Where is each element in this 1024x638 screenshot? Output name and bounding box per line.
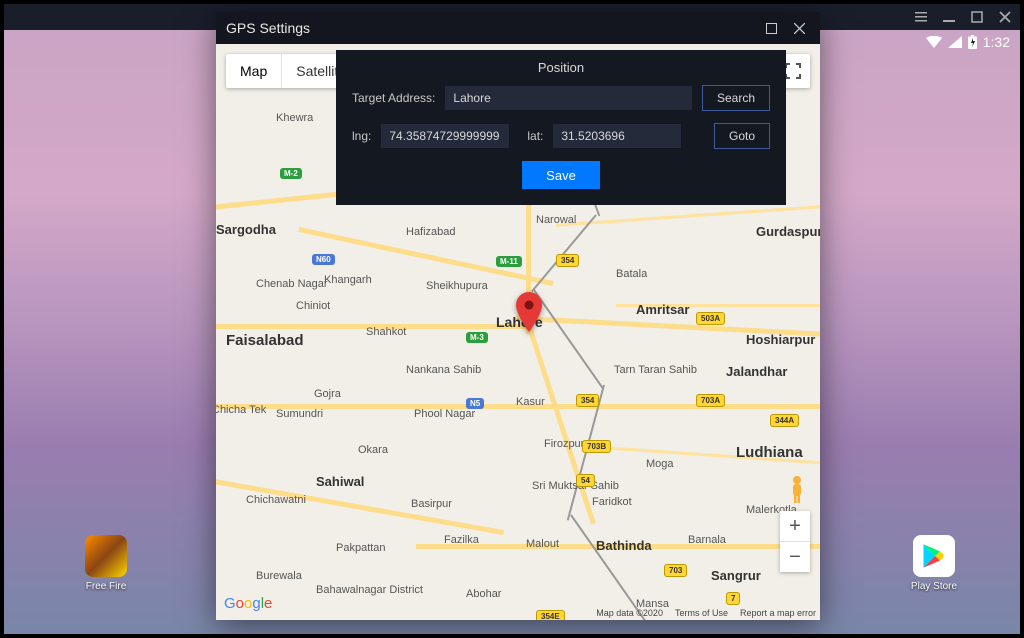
city-label: Firozpur xyxy=(544,438,584,450)
map-footer: Map data ©2020 Terms of Use Report a map… xyxy=(596,608,816,618)
road-shield: 354E xyxy=(536,610,565,620)
menu-icon[interactable] xyxy=(914,10,928,24)
desktop-icon-freefire[interactable]: Free Fire xyxy=(76,535,136,592)
maximize-icon[interactable] xyxy=(970,10,984,24)
road-shield: M-3 xyxy=(466,332,488,343)
position-title: Position xyxy=(352,60,770,75)
city-label: Sargodha xyxy=(216,222,276,237)
zoom-in-button[interactable]: + xyxy=(780,511,810,541)
lat-label: lat: xyxy=(527,129,543,143)
city-label: Sumundri xyxy=(276,408,323,420)
city-label: Phool Nagar xyxy=(414,408,475,420)
desktop-icon-label: Play Store xyxy=(904,581,964,592)
report-error-link[interactable]: Report a map error xyxy=(740,608,816,618)
city-label: Tarn Taran Sahib xyxy=(614,364,697,376)
dialog-maximize-icon[interactable] xyxy=(760,17,782,39)
city-label: Sheikhupura xyxy=(426,280,488,292)
city-label: Bathinda xyxy=(596,538,652,553)
zoom-out-button[interactable]: − xyxy=(780,542,810,572)
road-shield: 703B xyxy=(582,440,611,453)
road-shield: N5 xyxy=(466,398,484,409)
road-shield: 354 xyxy=(576,394,599,407)
city-label: Sahiwal xyxy=(316,474,364,489)
road-shield: N60 xyxy=(312,254,335,265)
city-label: Basirpur xyxy=(411,498,452,510)
city-label: Narowal xyxy=(536,214,576,226)
road-shield: 344A xyxy=(770,414,799,427)
city-label: Pakpattan xyxy=(336,542,386,554)
city-label: Barnala xyxy=(688,534,726,546)
dialog-titlebar: GPS Settings xyxy=(216,12,820,44)
wifi-icon xyxy=(926,36,942,48)
road-shield: 703 xyxy=(664,564,687,577)
city-label: Chiniot xyxy=(296,300,330,312)
city-label: Abohar xyxy=(466,588,501,600)
lat-input[interactable] xyxy=(553,124,681,148)
city-label: Chichawatni xyxy=(246,494,306,506)
battery-icon xyxy=(968,35,977,49)
city-label: Amritsar xyxy=(636,302,689,317)
city-label: Hafizabad xyxy=(406,226,456,238)
city-label: Moga xyxy=(646,458,674,470)
road-shield: 703A xyxy=(696,394,725,407)
city-label: Chicha Tek xyxy=(216,404,266,416)
road-shield: 7 xyxy=(726,592,740,605)
close-icon[interactable] xyxy=(998,10,1012,24)
desktop-icon-playstore[interactable]: Play Store xyxy=(904,535,964,592)
minimize-icon[interactable] xyxy=(942,10,956,24)
city-label: Batala xyxy=(616,268,647,280)
map-area[interactable]: Katra Khewra Narowal Gurdaspur Sargodha … xyxy=(216,44,820,620)
emulator-desktop: 1:32 Free Fire Play Store GPS Settings xyxy=(4,4,1020,634)
signal-icon xyxy=(948,36,962,48)
target-address-input[interactable] xyxy=(445,86,692,110)
road-shield: 354 xyxy=(556,254,579,267)
road-shield: 54 xyxy=(576,474,595,487)
city-label: Fazilka xyxy=(444,534,479,546)
city-label: Ludhiana xyxy=(736,444,803,461)
target-address-label: Target Address: xyxy=(352,91,435,105)
city-label: Malout xyxy=(526,538,559,550)
google-logo: Google xyxy=(224,595,272,612)
save-button[interactable]: Save xyxy=(522,161,600,189)
terms-link[interactable]: Terms of Use xyxy=(675,608,728,618)
map-pin-icon[interactable] xyxy=(516,292,542,332)
map-tab-map[interactable]: Map xyxy=(226,54,281,88)
city-label: Hoshiarpur xyxy=(746,332,815,347)
dialog-close-icon[interactable] xyxy=(788,17,810,39)
road-shield: 503A xyxy=(696,312,725,325)
lng-input[interactable] xyxy=(381,124,509,148)
desktop-icon-label: Free Fire xyxy=(76,581,136,592)
zoom-control: + − xyxy=(780,511,810,572)
pegman-icon[interactable] xyxy=(784,474,810,504)
playstore-icon xyxy=(913,535,955,577)
city-label: Kasur xyxy=(516,396,545,408)
map-data-label: Map data ©2020 xyxy=(596,608,663,618)
freefire-icon xyxy=(85,535,127,577)
position-panel: Position Target Address: Search lng: lat… xyxy=(336,50,786,205)
city-label: Faridkot xyxy=(592,496,632,508)
city-label: Okara xyxy=(358,444,388,456)
city-label: Gurdaspur xyxy=(756,224,820,239)
goto-button[interactable]: Goto xyxy=(714,123,770,149)
search-button[interactable]: Search xyxy=(702,85,770,111)
city-label: Khangarh xyxy=(324,274,372,286)
road-shield: M-11 xyxy=(496,256,522,267)
city-label: Gojra xyxy=(314,388,341,400)
city-label: Bahawalnagar District xyxy=(316,584,423,596)
dialog-title: GPS Settings xyxy=(226,20,310,36)
city-label: Khewra xyxy=(276,112,313,124)
city-label: Chenab Nagar xyxy=(256,278,328,290)
lng-label: lng: xyxy=(352,129,371,143)
clock: 1:32 xyxy=(983,34,1010,50)
city-label: Sangrur xyxy=(711,568,761,583)
city-label: Jalandhar xyxy=(726,364,787,379)
gps-settings-dialog: GPS Settings xyxy=(216,12,820,620)
city-label: Burewala xyxy=(256,570,302,582)
city-label: Faisalabad xyxy=(226,332,304,349)
city-label: Nankana Sahib xyxy=(406,364,481,376)
city-label: Shahkot xyxy=(366,326,406,338)
road-shield: M-2 xyxy=(280,168,302,179)
